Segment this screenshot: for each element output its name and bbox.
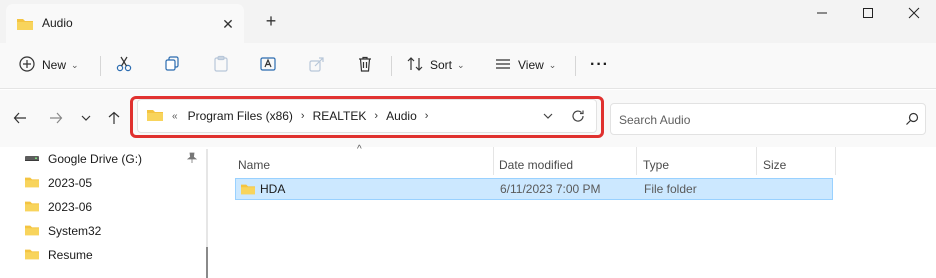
sidebar-item-label: 2023-05 [48, 176, 93, 190]
tab-audio[interactable]: Audio ✕ [6, 4, 244, 43]
chevron-down-icon: ⌄ [71, 59, 79, 70]
share-icon [308, 55, 326, 76]
title-bar: Audio ✕ + [0, 0, 936, 43]
sort-icon [406, 55, 424, 76]
cut-button[interactable] [115, 51, 133, 79]
arrow-left-icon [13, 112, 26, 124]
delete-button[interactable] [356, 51, 374, 79]
address-highlight-box [130, 96, 604, 138]
sort-ascending-icon: ^ [357, 144, 362, 155]
column-divider[interactable] [493, 147, 494, 175]
command-bar: New ⌄ Sort ⌄ View ⌄ ··· [0, 43, 936, 89]
close-tab-icon[interactable]: ✕ [220, 16, 236, 32]
plus-circle-icon [18, 55, 36, 76]
column-header-type[interactable]: Type [643, 152, 669, 178]
sidebar-item-label: Google Drive (G:) [48, 152, 143, 166]
search-icon[interactable] [905, 112, 919, 129]
folder-icon [24, 199, 40, 216]
folder-icon [16, 16, 34, 35]
back-button[interactable] [10, 108, 30, 128]
file-date: 6/11/2023 7:00 PM [500, 182, 601, 196]
column-divider[interactable] [835, 147, 836, 175]
copy-button[interactable] [163, 51, 181, 79]
sidebar-item-label: System32 [48, 224, 102, 238]
sidebar-item-system32[interactable]: System32 [24, 220, 204, 242]
separator [575, 56, 576, 76]
file-name: HDA [260, 182, 286, 196]
pin-icon[interactable] [186, 152, 198, 167]
clipboard-icon [212, 55, 230, 76]
sidebar-item-label: 2023-06 [48, 200, 93, 214]
arrow-up-icon [108, 111, 120, 124]
folder-icon [24, 175, 40, 192]
share-button[interactable] [308, 51, 326, 79]
drive-icon [24, 152, 40, 167]
new-label: New [42, 58, 67, 72]
sort-label: Sort [430, 58, 453, 72]
new-tab-button[interactable]: + [262, 12, 280, 30]
sidebar-item-2023-05[interactable]: 2023-05 [24, 172, 204, 194]
separator [391, 56, 392, 76]
navigation-pane: Google Drive (G:) 2023-05 2023-06 System… [0, 147, 214, 278]
folder-icon [24, 247, 40, 264]
column-divider[interactable] [756, 147, 757, 175]
forward-button[interactable] [46, 108, 66, 128]
column-header-date[interactable]: Date modified [499, 152, 573, 178]
view-button[interactable]: View ⌄ [494, 51, 556, 79]
tab-title: Audio [42, 16, 73, 30]
rename-button[interactable] [259, 51, 277, 79]
close-window-button[interactable] [891, 0, 936, 26]
sidebar-item-label: Resume [48, 248, 93, 262]
more-options-button[interactable]: ··· [590, 51, 609, 79]
paste-button[interactable] [212, 51, 230, 79]
folder-icon [240, 182, 256, 199]
up-button[interactable] [104, 108, 124, 128]
new-button[interactable]: New ⌄ [18, 51, 79, 79]
trash-icon [356, 55, 374, 76]
file-type: File folder [644, 182, 697, 196]
arrow-right-icon [50, 112, 63, 124]
file-list: ^ Name Date modified Type Size HDA 6/11/… [220, 144, 936, 278]
sort-button[interactable]: Sort ⌄ [406, 51, 465, 79]
maximize-button[interactable] [845, 0, 891, 26]
recent-locations-button[interactable] [76, 108, 96, 128]
navigation-bar: « Program Files (x86) › REALTEK › Audio … [0, 90, 936, 147]
list-view-icon [494, 55, 512, 76]
scissors-icon [115, 55, 133, 76]
sidebar-item-2023-06[interactable]: 2023-06 [24, 196, 204, 218]
column-divider[interactable] [636, 147, 637, 175]
sidebar-item-resume[interactable]: Resume [24, 244, 204, 266]
chevron-down-icon [81, 115, 91, 121]
separator [100, 56, 101, 76]
search-box[interactable] [610, 103, 926, 135]
table-row[interactable]: HDA 6/11/2023 7:00 PM File folder [235, 178, 833, 200]
minimize-button[interactable] [799, 0, 845, 26]
chevron-down-icon: ⌄ [457, 59, 465, 70]
search-input[interactable] [619, 111, 889, 129]
column-header-size[interactable]: Size [763, 152, 786, 178]
chevron-down-icon: ⌄ [548, 59, 557, 70]
sidebar-scrollbar-thumb[interactable] [206, 247, 208, 278]
rename-icon [259, 55, 277, 76]
column-header-name[interactable]: Name [238, 152, 270, 178]
view-label: View [518, 58, 544, 72]
folder-icon [24, 223, 40, 240]
sidebar-item-google-drive[interactable]: Google Drive (G:) [24, 148, 204, 170]
copy-icon [163, 55, 181, 76]
